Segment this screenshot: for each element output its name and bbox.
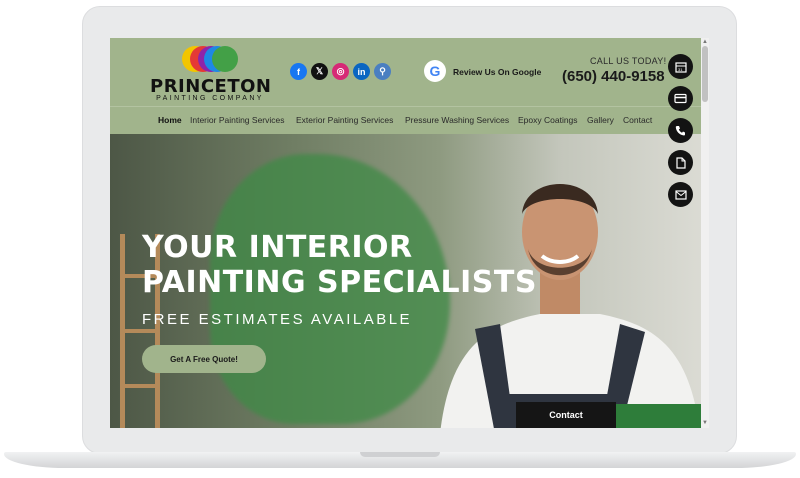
logo-circle-green [212,46,238,72]
document-icon[interactable] [668,150,693,175]
facebook-icon[interactable]: f [290,63,307,80]
nav-item-contact[interactable]: Contact [623,115,652,125]
phone-number-link[interactable]: (650) 440-9158 [562,68,665,85]
scroll-down-arrow[interactable]: ▼ [702,420,708,426]
svg-text:31: 31 [678,67,683,72]
nav-item-pressure-washing[interactable]: Pressure Washing Services [405,115,509,125]
hero-section: YOUR INTERIOR PAINTING SPECIALISTS FREE … [110,134,709,428]
linkedin-icon[interactable]: in [353,63,370,80]
nav-item-home[interactable]: Home [158,115,182,125]
nav-item-interior-painting[interactable]: Interior Painting Services [190,115,285,125]
site-header: PRINCETON PAINTING COMPANY f 𝕏 ◎ in ⚲ G … [110,38,709,134]
credit-card-icon[interactable] [668,86,693,111]
get-quote-button[interactable]: Get A Free Quote! [142,345,266,373]
logo-circles [182,46,242,76]
scrollbar[interactable]: ▲ ▼ [701,38,709,428]
contact-tab-button[interactable]: Contact [516,402,616,428]
company-logo[interactable]: PRINCETON PAINTING COMPANY [150,44,272,102]
phone-icon[interactable] [668,118,693,143]
hero-title-line1: YOUR INTERIOR [142,230,413,265]
nextdoor-icon[interactable]: ⚲ [374,63,391,80]
mail-icon[interactable] [668,182,693,207]
hero-subtitle: FREE ESTIMATES AVAILABLE [142,311,413,328]
scroll-thumb[interactable] [702,46,708,102]
call-us-label: CALL US TODAY! [590,56,667,66]
logo-name: PRINCETON [150,76,272,97]
nav-item-epoxy-coatings[interactable]: Epoxy Coatings [518,115,578,125]
calendar-icon[interactable]: 31 [668,54,693,79]
laptop-notch [360,452,440,457]
x-icon[interactable]: 𝕏 [311,63,328,80]
header-divider [110,106,709,107]
instagram-icon[interactable]: ◎ [332,63,349,80]
google-icon[interactable]: G [424,60,446,82]
hero-title-line2: PAINTING SPECIALISTS [142,265,537,300]
nav-item-exterior-painting[interactable]: Exterior Painting Services [296,115,393,125]
scroll-up-arrow[interactable]: ▲ [702,39,708,45]
logo-tagline: PAINTING COMPANY [156,95,264,102]
review-us-link[interactable]: Review Us On Google [453,67,541,77]
hero-title: YOUR INTERIOR PAINTING SPECIALISTS [142,230,537,300]
website-screen: PRINCETON PAINTING COMPANY f 𝕏 ◎ in ⚲ G … [110,38,709,428]
nav-item-gallery[interactable]: Gallery [587,115,614,125]
